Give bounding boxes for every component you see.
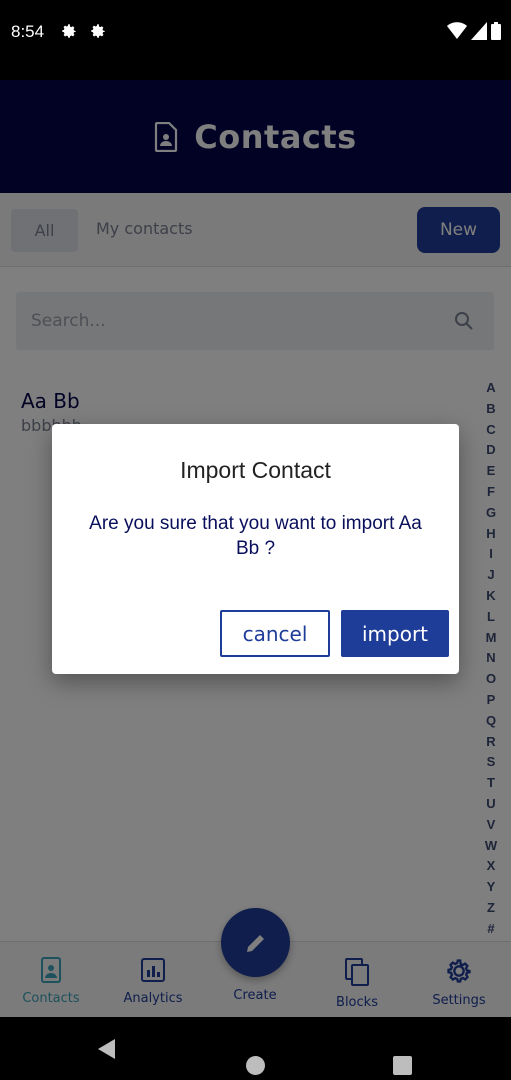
dialog-title: Import Contact — [180, 457, 331, 483]
home-button[interactable] — [246, 1056, 265, 1075]
status-bar: 8:54 — [0, 0, 511, 80]
system-nav-bar — [0, 1017, 511, 1080]
clock: 8:54 — [11, 22, 45, 41]
battery-icon — [491, 22, 501, 40]
signal-icon — [471, 22, 487, 40]
wifi-icon — [447, 22, 467, 39]
dialog-message: Are you sure that you want to import Aa … — [89, 513, 422, 559]
import-contact-dialog: Import Contact Are you sure that you wan… — [52, 424, 459, 674]
recents-button[interactable] — [393, 1056, 412, 1075]
settings-notification-icon — [62, 24, 76, 38]
back-icon[interactable] — [97, 1038, 117, 1060]
cancel-button[interactable]: cancel — [220, 610, 330, 657]
import-button[interactable]: import — [341, 610, 449, 657]
settings-notification-icon-2 — [91, 24, 105, 38]
